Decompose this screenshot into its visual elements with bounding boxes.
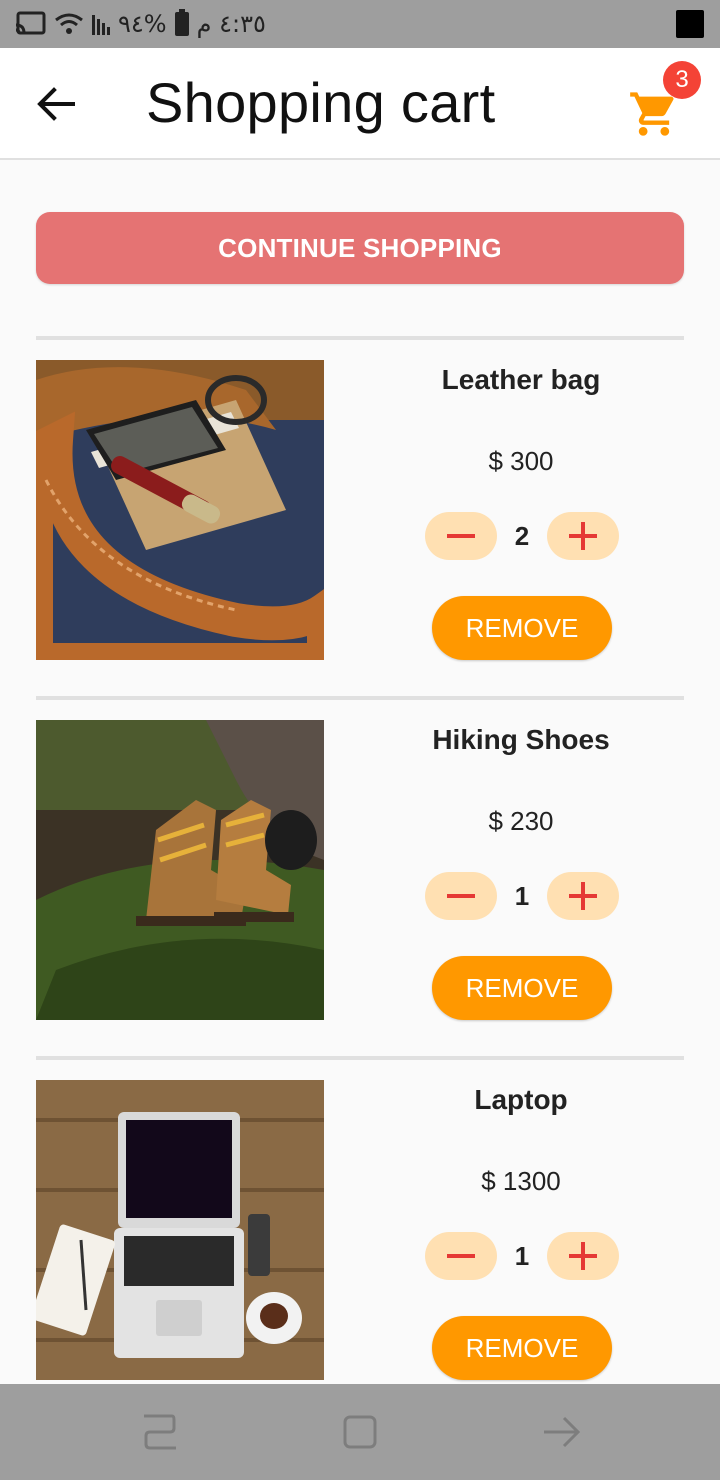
remove-button[interactable]: REMOVE bbox=[432, 956, 612, 1020]
product-price: $ 300 bbox=[488, 446, 554, 476]
product-price: $ 230 bbox=[488, 806, 554, 836]
plus-icon bbox=[569, 1242, 597, 1270]
page-title: Shopping cart bbox=[146, 71, 496, 134]
cart-item: Laptop $ 1300 1 REMOVE bbox=[36, 1056, 684, 1416]
increase-quantity-button[interactable] bbox=[547, 1232, 619, 1280]
quantity-stepper: 1 bbox=[425, 1232, 619, 1280]
cart-item: Leather bag $ 300 2 REMOVE bbox=[36, 336, 684, 696]
status-indicators: ٤:٣٥ م %٩٤ bbox=[14, 8, 266, 40]
product-name: Hiking Shoes bbox=[432, 724, 610, 755]
battery-percent: %٩٤ bbox=[118, 10, 167, 38]
decrease-quantity-button[interactable] bbox=[425, 1232, 497, 1280]
remove-button[interactable]: REMOVE bbox=[432, 1316, 612, 1380]
remove-button[interactable]: REMOVE bbox=[432, 596, 612, 660]
cart-count-badge: 3 bbox=[663, 61, 701, 99]
back-nav-button[interactable] bbox=[540, 1410, 584, 1454]
product-name: Leather bag bbox=[441, 364, 601, 395]
status-bar: ٤:٣٥ م %٩٤ bbox=[0, 0, 720, 48]
cart-list: Leather bag $ 300 2 REMOVE Hiking Shoes … bbox=[36, 336, 684, 1416]
plus-icon bbox=[569, 522, 597, 550]
cart-item-info: Hiking Shoes $ 230 1 REMOVE bbox=[396, 700, 646, 1056]
plus-icon bbox=[569, 882, 597, 910]
quantity-stepper: 2 bbox=[425, 512, 619, 560]
back-nav-icon bbox=[544, 1416, 581, 1448]
minus-icon bbox=[447, 1254, 475, 1258]
quantity-value: 1 bbox=[514, 880, 530, 911]
hiking-shoes-image bbox=[36, 720, 324, 1020]
arrow-back-icon bbox=[37, 87, 75, 121]
leather-bag-image bbox=[36, 360, 324, 660]
status-time: ٤:٣٥ م bbox=[196, 10, 266, 38]
back-button[interactable] bbox=[30, 78, 82, 130]
laptop-image bbox=[36, 1080, 324, 1380]
product-price: $ 1300 bbox=[481, 1166, 561, 1196]
quantity-value: 1 bbox=[514, 1240, 530, 1271]
increase-quantity-button[interactable] bbox=[547, 512, 619, 560]
quantity-stepper: 1 bbox=[425, 872, 619, 920]
product-name: Laptop bbox=[474, 1084, 568, 1115]
cart-item-info: Leather bag $ 300 2 REMOVE bbox=[396, 340, 646, 696]
cart-item-info: Laptop $ 1300 1 REMOVE bbox=[396, 1060, 646, 1416]
home-icon bbox=[343, 1415, 377, 1449]
system-navigation-bar bbox=[0, 1384, 720, 1480]
minus-icon bbox=[447, 894, 475, 898]
app-bar: Shopping cart bbox=[0, 48, 720, 160]
decrease-quantity-button[interactable] bbox=[425, 512, 497, 560]
recent-apps-icon bbox=[144, 1414, 176, 1450]
wifi-icon bbox=[55, 13, 83, 34]
signal-icon bbox=[92, 13, 110, 35]
minus-icon bbox=[447, 534, 475, 538]
quantity-value: 2 bbox=[514, 520, 530, 551]
notification-icon bbox=[676, 10, 704, 38]
battery-icon bbox=[174, 9, 189, 36]
recent-apps-button[interactable] bbox=[138, 1410, 182, 1454]
cast-icon bbox=[15, 11, 46, 35]
home-button[interactable] bbox=[338, 1410, 382, 1454]
continue-shopping-button[interactable]: CONTINUE SHOPPING bbox=[36, 212, 684, 284]
increase-quantity-button[interactable] bbox=[547, 872, 619, 920]
cart-item: Hiking Shoes $ 230 1 REMOVE bbox=[36, 696, 684, 1056]
decrease-quantity-button[interactable] bbox=[425, 872, 497, 920]
